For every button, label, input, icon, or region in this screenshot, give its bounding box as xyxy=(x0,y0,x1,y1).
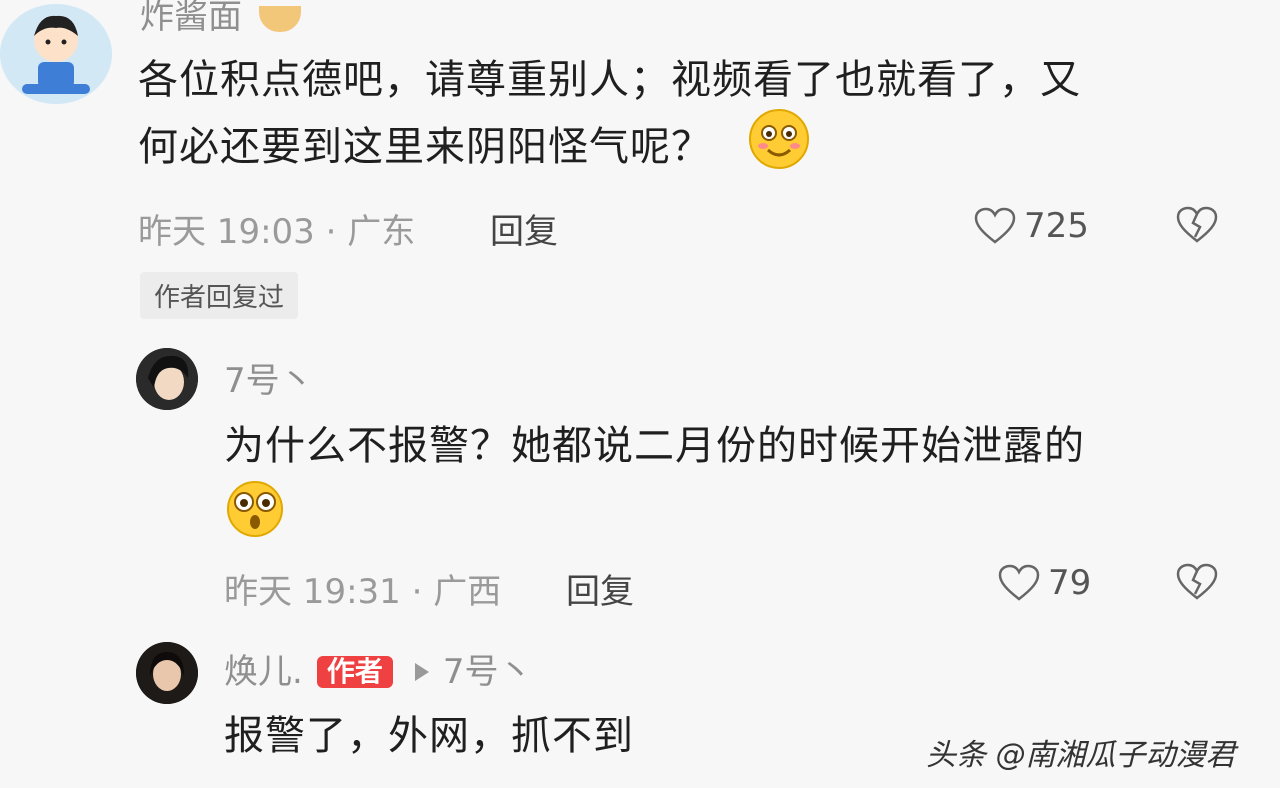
like-count: 725 xyxy=(1024,206,1089,246)
author-badge: 作者 xyxy=(316,656,393,688)
like-count: 79 xyxy=(1048,563,1092,603)
reply-header: 焕儿. 作者 7号丶 xyxy=(224,655,532,689)
author-replied-tag: 作者回复过 xyxy=(140,272,299,319)
reply-username[interactable]: 7号丶 xyxy=(224,364,314,398)
cartoon-boy-icon xyxy=(0,4,112,104)
dislike-button[interactable] xyxy=(1176,563,1218,605)
broken-heart-icon xyxy=(1176,563,1218,600)
reply-to-username[interactable]: 7号丶 xyxy=(443,655,533,689)
comment-text: 各位积点德吧，请尊重别人；视频看了也就看了，又 何必还要到这里来阴阳怪气呢？ xyxy=(138,52,1258,185)
reply-text: 报警了，外网，抓不到 xyxy=(224,713,634,759)
reply-button[interactable]: 回复 xyxy=(566,564,634,613)
shocked-emoji-icon xyxy=(224,480,286,553)
reply-text: 为什么不报警？她都说二月份的时候开始泄露的 xyxy=(224,418,1264,553)
like-button[interactable]: 725 xyxy=(974,206,1089,246)
comment-time-location: 昨天 19:03 · 广东 xyxy=(138,212,416,252)
dislike-button[interactable] xyxy=(1176,206,1218,248)
avatar[interactable] xyxy=(136,348,198,410)
reply-arrow-icon xyxy=(414,663,429,681)
watermark: 头条 @南湘瓜子动漫君 xyxy=(926,738,1236,773)
heart-outline-icon xyxy=(974,207,1016,244)
anime-girl-avatar-icon xyxy=(136,348,198,410)
heart-outline-icon xyxy=(998,564,1040,601)
avatar[interactable] xyxy=(136,642,198,704)
reply-button[interactable]: 回复 xyxy=(490,204,558,253)
avatar[interactable] xyxy=(0,4,112,104)
noodle-bowl-icon xyxy=(258,5,301,32)
broken-heart-icon xyxy=(1176,206,1218,243)
reply-time-location: 昨天 19:31 · 广西 xyxy=(224,572,502,612)
reply-username[interactable]: 焕儿. xyxy=(224,655,303,689)
like-button[interactable]: 79 xyxy=(998,563,1091,603)
smile-emoji-icon xyxy=(748,108,810,185)
comment-username[interactable]: 炸酱面 xyxy=(140,0,301,34)
woman-photo-avatar-icon xyxy=(136,642,198,704)
